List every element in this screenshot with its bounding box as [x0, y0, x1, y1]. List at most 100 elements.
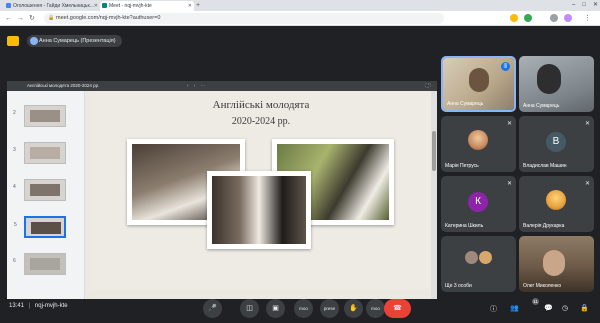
- speaking-indicator-icon: |||: [501, 62, 510, 71]
- people-icon[interactable]: 👥: [510, 304, 519, 312]
- extension-icon[interactable]: [510, 14, 518, 22]
- slide-thumbnail: 2: [13, 105, 66, 127]
- participant-name: Валерія Друкарка: [523, 223, 565, 229]
- thumbnail-number: 6: [13, 258, 16, 264]
- mic-off-icon: ✕: [584, 121, 590, 127]
- presenter-label: Анна Сумарець (Презентація): [39, 38, 116, 44]
- current-slide: Англійські молодята 2020-2024 рр.: [89, 91, 433, 289]
- slide-thumbnail: 6: [13, 253, 66, 275]
- close-tab-icon[interactable]: ✕: [94, 1, 98, 11]
- thumbnail-number: 5: [14, 222, 17, 228]
- shared-screen: Англійські молодята 2020-2024 рр. ‹ › ⋯ …: [7, 81, 437, 299]
- thumbnail-number: 2: [13, 110, 16, 116]
- participant-tile[interactable]: ✕ В Владислав Машин: [519, 116, 594, 172]
- url-input[interactable]: 🔒 meet.google.com/nqj-mvjh-kte?authuser=…: [44, 13, 444, 24]
- meet-window: Анна Сумарець (Презентація) Англійські м…: [0, 27, 600, 323]
- slides-toolbar: Англійські молодята 2020-2024 рр. ‹ › ⋯ …: [7, 81, 437, 91]
- participant-avatar: [546, 190, 566, 210]
- close-tab-icon[interactable]: ✕: [188, 1, 192, 11]
- participant-tile-others[interactable]: Ще 3 особи: [441, 236, 516, 292]
- scrollbar-thumb[interactable]: [432, 131, 436, 171]
- new-tab-button[interactable]: +: [196, 1, 200, 10]
- activities-icon[interactable]: ◷: [562, 304, 568, 312]
- slide-scrollbar[interactable]: [431, 91, 437, 299]
- meeting-info-icon[interactable]: ⓘ: [490, 304, 497, 314]
- participant-avatar: К: [468, 192, 488, 212]
- slide-thumbnail-selected: 5: [14, 216, 66, 238]
- thumbnail-image: [30, 110, 60, 122]
- tab-label: Оголошення - Гайди Хмельницьк...: [13, 3, 94, 9]
- participant-figure: [543, 250, 565, 276]
- present-button[interactable]: ▣: [266, 299, 285, 318]
- mic-off-icon: ✕: [506, 121, 512, 127]
- browser-menu-icon[interactable]: ⋮: [584, 14, 591, 23]
- participant-count-badge: 11: [532, 298, 539, 305]
- participant-tile[interactable]: ✕ Марія Петрусь: [441, 116, 516, 172]
- reload-icon[interactable]: ↻: [29, 14, 35, 23]
- maximize-button[interactable]: □: [582, 0, 586, 11]
- meeting-details: 13:41 | nqj-mvjh-kte: [9, 303, 68, 309]
- participant-name: Анна Сумарець: [447, 101, 484, 107]
- hang-up-button[interactable]: ☎: [384, 299, 411, 318]
- participant-tile[interactable]: ✕ К Катерина Шкиль: [441, 176, 516, 232]
- profile-avatar-icon[interactable]: [564, 14, 572, 22]
- close-window-button[interactable]: ✕: [593, 0, 598, 11]
- browser-tab-1[interactable]: Оголошення - Гайди Хмельницьк... ✕: [4, 1, 100, 11]
- back-icon[interactable]: ←: [5, 14, 12, 23]
- forward-icon[interactable]: →: [17, 14, 24, 23]
- meet-favicon-icon: [102, 3, 107, 8]
- wedding-photo-center: [207, 171, 311, 249]
- minimize-button[interactable]: –: [572, 0, 575, 11]
- participant-tile[interactable]: Анна Сумарець: [519, 56, 594, 112]
- participant-name: Ще 3 особи: [445, 283, 472, 289]
- participant-name: Олег Миколенко: [523, 283, 562, 289]
- slide-title: Англійські молодята: [212, 99, 310, 111]
- tab-favicon-icon: [6, 3, 11, 8]
- mic-off-icon: ✕: [584, 181, 590, 187]
- slide-subtitle: 2020-2024 рр.: [231, 116, 291, 127]
- browser-tab-2[interactable]: Meet - nqj-mvjh-kte ✕: [100, 1, 194, 11]
- more-button-1[interactable]: moo: [294, 299, 313, 318]
- thumbnail-image: [30, 147, 60, 159]
- tab-label: Meet - nqj-mvjh-kte: [109, 3, 152, 9]
- extensions-puzzle-icon[interactable]: [550, 14, 558, 22]
- participant-figure: [469, 68, 489, 92]
- host-controls-icon[interactable]: 🔒: [580, 304, 589, 312]
- participant-tile[interactable]: ✕ Валерія Друкарка: [519, 176, 594, 232]
- thumbnail-number: 3: [13, 147, 16, 153]
- present-label-button[interactable]: prese: [320, 299, 339, 318]
- participant-avatar-small: [465, 251, 478, 264]
- slide-thumbnail: 3: [13, 142, 66, 164]
- thumbnail-number: 4: [13, 184, 16, 190]
- presenting-icon: [30, 37, 38, 45]
- participant-avatar-small: [479, 251, 492, 264]
- thumbnail-image: [31, 222, 61, 234]
- current-time: 13:41: [9, 303, 25, 309]
- browser-tab-strip: Оголошення - Гайди Хмельницьк... ✕ Meet …: [0, 0, 600, 11]
- participant-name: Анна Сумарець: [523, 103, 560, 109]
- slides-toolbar-title: Англійські молодята 2020-2024 рр.: [27, 83, 100, 88]
- participant-tile[interactable]: Олег Миколенко: [519, 236, 594, 292]
- lock-icon: 🔒: [48, 15, 55, 21]
- details-separator: |: [28, 303, 31, 309]
- extension-icon[interactable]: [524, 14, 532, 22]
- mic-button[interactable]: 🎤: [203, 299, 222, 318]
- slide-thumbnail: 4: [13, 179, 66, 201]
- chat-icon[interactable]: 💬: [544, 304, 553, 312]
- wedding-photo-center-image: [212, 176, 306, 244]
- meet-control-bar: 13:41 | nqj-mvjh-kte 🎤 ◫ ▣ moo prese ✋ m…: [0, 294, 600, 323]
- more-button-2[interactable]: moo: [366, 299, 385, 318]
- camera-button[interactable]: ◫: [240, 299, 259, 318]
- thumbnail-image: [30, 184, 60, 196]
- slide-canvas: Англійські молодята 2020-2024 рр.: [85, 91, 437, 299]
- slides-nav-controls: ‹ › ⋯: [187, 83, 207, 88]
- participant-tile[interactable]: ||| Анна Сумарець: [441, 56, 516, 112]
- presenter-chip[interactable]: Анна Сумарець (Презентація): [27, 35, 122, 47]
- raise-hand-button[interactable]: ✋: [344, 299, 363, 318]
- slides-toolbar-right: ⛶ ⋮: [425, 83, 431, 88]
- window-controls: – □ ✕: [572, 0, 598, 11]
- meet-logo-icon: [7, 36, 19, 46]
- meeting-code: nqj-mvjh-kte: [34, 303, 68, 309]
- url-text: meet.google.com/nqj-mvjh-kte?authuser=0: [56, 15, 161, 21]
- mic-off-icon: ✕: [506, 181, 512, 187]
